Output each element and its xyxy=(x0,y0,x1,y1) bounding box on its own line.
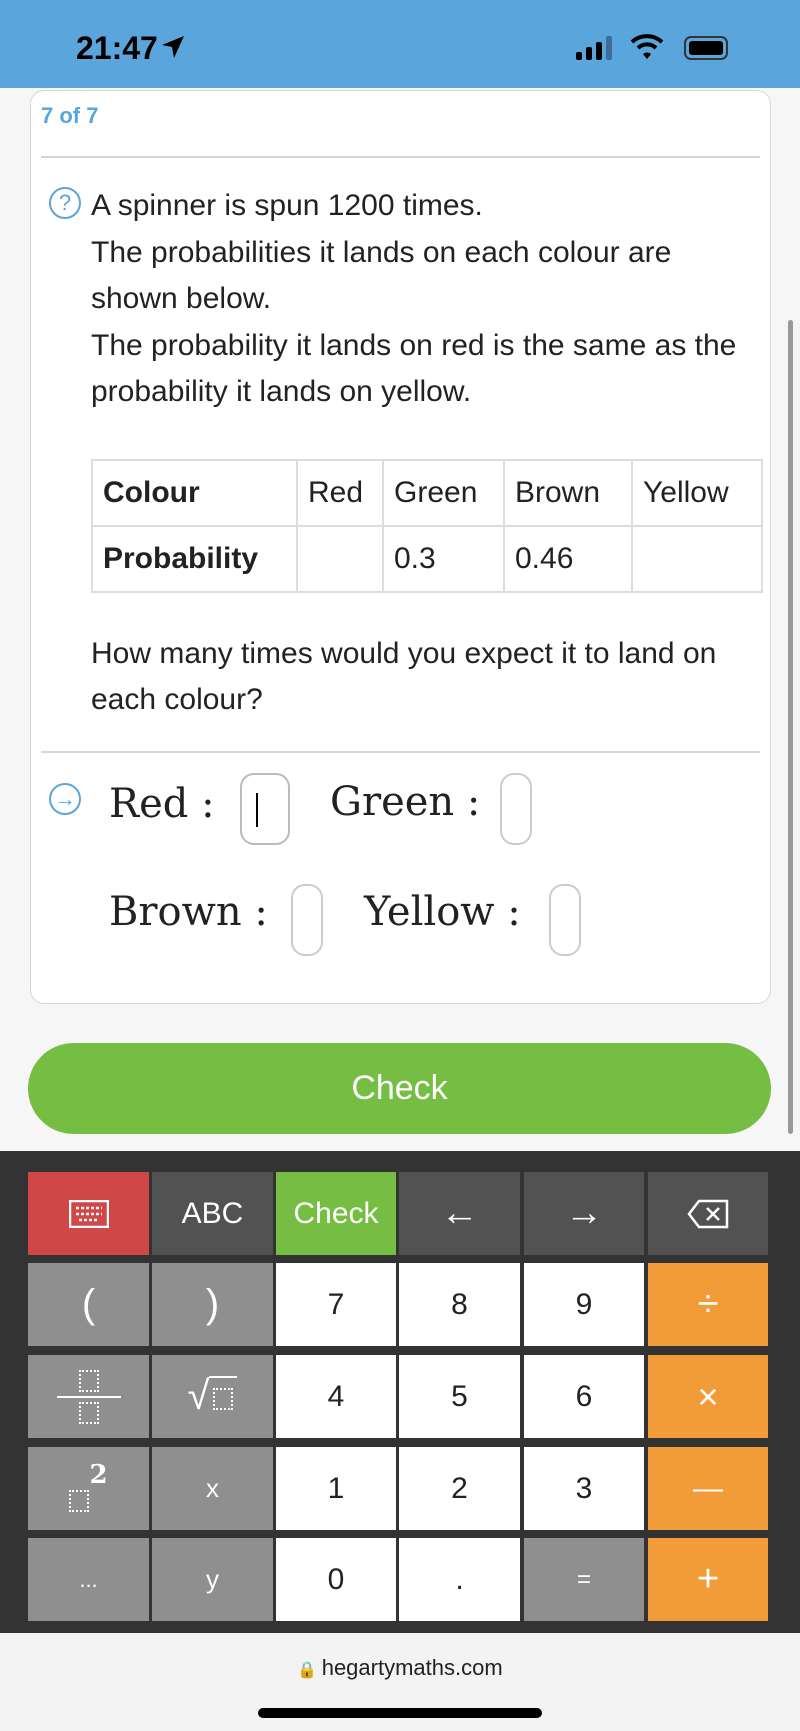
table-cell: 0.3 xyxy=(382,525,505,593)
close-paren-key[interactable]: ) xyxy=(152,1263,273,1346)
open-paren-key[interactable]: ( xyxy=(28,1263,149,1346)
question-counter: 7 of 7 xyxy=(41,103,99,128)
right-arrow-button[interactable]: → xyxy=(524,1172,644,1255)
key-1[interactable]: 1 xyxy=(276,1447,396,1530)
backspace-icon xyxy=(687,1199,729,1228)
table-header: Brown xyxy=(503,459,633,527)
table-header: Red xyxy=(296,459,384,527)
location-arrow-icon xyxy=(162,36,184,58)
decimal-point-key[interactable]: . xyxy=(399,1538,520,1621)
yellow-label: Yellow : xyxy=(364,889,521,935)
divide-key[interactable]: ÷ xyxy=(648,1263,768,1346)
key-3[interactable]: 3 xyxy=(524,1447,644,1530)
key-7[interactable]: 7 xyxy=(276,1263,396,1346)
keyboard-icon xyxy=(68,1199,109,1228)
table-cell: Probability xyxy=(91,525,298,593)
browser-bar: 🔒 hegartymaths.com xyxy=(0,1633,800,1731)
table-cell xyxy=(631,525,763,593)
key-2[interactable]: 2 xyxy=(399,1447,520,1530)
sqrt-icon: √ xyxy=(187,1374,210,1418)
multiply-key[interactable]: × xyxy=(648,1355,768,1438)
table-header: Colour xyxy=(91,459,298,527)
signal-icon xyxy=(576,36,612,60)
green-label: Green : xyxy=(330,779,481,825)
home-indicator[interactable] xyxy=(258,1708,542,1718)
scrollbar[interactable] xyxy=(788,320,793,1134)
table-row: Probability 0.3 0.46 xyxy=(91,525,763,593)
exponent-label: 2 xyxy=(89,1459,108,1490)
key-8[interactable]: 8 xyxy=(399,1263,520,1346)
question-line: A spinner is spun 1200 times. xyxy=(91,189,483,222)
key-9[interactable]: 9 xyxy=(524,1263,644,1346)
key-4[interactable]: 4 xyxy=(276,1355,396,1438)
red-input[interactable] xyxy=(240,773,290,845)
lock-icon: 🔒 xyxy=(297,1662,322,1679)
question-line: The probabilities it lands on each colou… xyxy=(91,235,672,316)
green-input[interactable] xyxy=(500,773,532,845)
abc-button[interactable]: ABC xyxy=(152,1172,273,1255)
probability-table: Colour Red Green Brown Yellow Probabilit… xyxy=(91,459,763,593)
divider xyxy=(41,156,760,158)
math-keyboard: ABC Check ← → ( ) 7 8 9 ÷ √ 4 5 6 × 2 x … xyxy=(0,1151,800,1633)
square-root-key[interactable]: √ xyxy=(152,1355,273,1438)
brown-input[interactable] xyxy=(291,884,323,956)
status-bar: 21:47 xyxy=(0,0,800,88)
table-header: Yellow xyxy=(631,459,763,527)
divider xyxy=(41,751,760,753)
check-button[interactable]: Check xyxy=(28,1043,771,1134)
placeholder-box-icon xyxy=(78,1369,99,1392)
x-key[interactable]: x xyxy=(152,1447,273,1530)
key-0[interactable]: 0 xyxy=(276,1538,396,1621)
keyboard-check-button[interactable]: Check xyxy=(276,1172,396,1255)
fraction-key[interactable] xyxy=(28,1355,149,1438)
placeholder-box-icon xyxy=(78,1401,99,1424)
url-bar[interactable]: 🔒 hegartymaths.com xyxy=(0,1655,800,1681)
square-key[interactable]: 2 xyxy=(28,1447,149,1530)
plus-key[interactable]: + xyxy=(648,1538,768,1621)
placeholder-box-icon xyxy=(69,1489,90,1512)
table-header: Green xyxy=(382,459,505,527)
left-arrow-button[interactable]: ← xyxy=(399,1172,520,1255)
equals-key[interactable]: = xyxy=(524,1538,644,1621)
wifi-icon xyxy=(630,34,664,59)
question-icon: ? xyxy=(49,187,81,219)
question-card: 7 of 7 ? A spinner is spun 1200 times. T… xyxy=(30,90,771,1004)
table-row: Colour Red Green Brown Yellow xyxy=(91,459,763,527)
red-label: Red : xyxy=(109,781,215,827)
more-key[interactable]: ... xyxy=(28,1538,149,1621)
yellow-input[interactable] xyxy=(549,884,581,956)
url-text: hegartymaths.com xyxy=(321,1655,503,1680)
brown-label: Brown : xyxy=(109,889,268,935)
answer-arrow-icon: → xyxy=(49,783,81,815)
table-cell: 0.46 xyxy=(503,525,633,593)
question-prompt: How many times would you expect it to la… xyxy=(91,637,717,716)
key-6[interactable]: 6 xyxy=(524,1355,644,1438)
clock: 21:47 xyxy=(76,30,158,66)
question-line: The probability it lands on red is the s… xyxy=(91,328,737,409)
question-text: A spinner is spun 1200 times. The probab… xyxy=(91,183,761,416)
key-5[interactable]: 5 xyxy=(399,1355,520,1438)
minus-key[interactable]: — xyxy=(648,1447,768,1530)
backspace-button[interactable] xyxy=(648,1172,768,1255)
table-cell xyxy=(296,525,384,593)
battery-icon xyxy=(684,36,728,60)
keyboard-toggle-button[interactable] xyxy=(28,1172,149,1255)
y-key[interactable]: y xyxy=(152,1538,273,1621)
